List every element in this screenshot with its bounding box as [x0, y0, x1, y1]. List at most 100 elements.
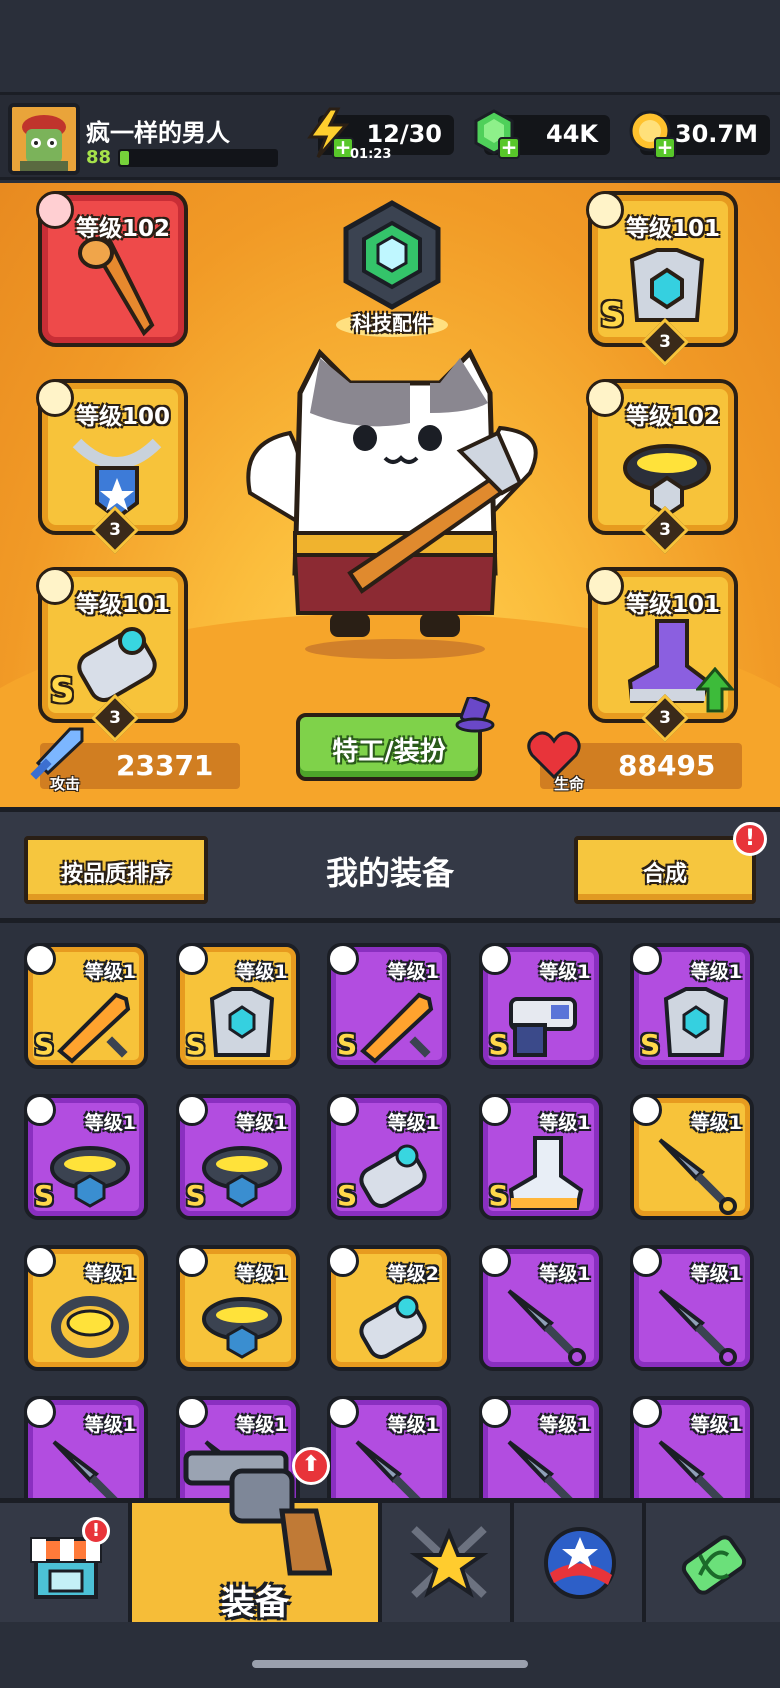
- attack-value: 23371: [116, 749, 214, 782]
- blaster-icon: [508, 997, 577, 1057]
- belt-icon: [50, 1146, 130, 1208]
- grade-badge: S: [50, 671, 75, 711]
- armor-slot[interactable]: 等级101 S 3: [586, 191, 738, 367]
- equipment-item[interactable]: 等级1 S: [327, 943, 451, 1069]
- boot-icon: [508, 1136, 583, 1210]
- item-type-icon: [175, 1245, 208, 1277]
- equipment-item[interactable]: 等级1: [630, 1396, 754, 1498]
- attack-label: 攻击: [50, 775, 81, 793]
- kunai-icon: [507, 1289, 586, 1366]
- item-level: 等级1: [387, 1112, 439, 1134]
- kunai-icon: [52, 1440, 118, 1498]
- equipment-item[interactable]: 等级1 S: [630, 943, 754, 1069]
- nav-talents[interactable]: [514, 1503, 646, 1627]
- equipment-item[interactable]: 等级1: [175, 1245, 300, 1371]
- equipment-item[interactable]: 等级1: [327, 1396, 451, 1498]
- equipment-item[interactable]: 等级1 S: [24, 1094, 148, 1220]
- equipment-item[interactable]: 等级1: [478, 1245, 603, 1371]
- item-type-icon: [175, 1396, 208, 1428]
- merge-button[interactable]: 合成: [574, 836, 756, 904]
- belt-icon: [201, 1297, 282, 1359]
- xp-progress-bar: [118, 149, 278, 167]
- glove-type-icon: [36, 567, 74, 605]
- grade-badge: S: [185, 1179, 206, 1212]
- shop-alert-badge: !: [82, 1517, 110, 1545]
- top-hat-icon: [455, 697, 495, 733]
- item-type-icon: [327, 943, 359, 975]
- kunai-icon: [658, 1440, 724, 1498]
- gem-value: 44K: [546, 120, 598, 148]
- item-level: 等级1: [236, 1263, 288, 1285]
- equipment-item[interactable]: 等级1 S: [478, 943, 603, 1069]
- nav-battle[interactable]: [382, 1503, 514, 1627]
- item-level: 等级1: [539, 961, 591, 983]
- grade-badge: S: [337, 1028, 358, 1061]
- bottom-navigation: ! ⬆ 装备: [0, 1447, 780, 1627]
- equipment-item[interactable]: 等级1 S: [478, 1094, 603, 1220]
- equipment-item[interactable]: 等级2: [327, 1245, 451, 1371]
- equipment-item[interactable]: 等级1 S: [327, 1094, 451, 1220]
- equipment-toolbar: 按品质排序 我的装备 合成 !: [0, 807, 780, 923]
- kunai-icon: [507, 1440, 573, 1498]
- cat-hero-character[interactable]: [230, 333, 560, 663]
- item-type-icon: [478, 1245, 511, 1277]
- grade-badge: S: [185, 1028, 206, 1061]
- player-avatar[interactable]: [8, 103, 80, 175]
- belt-type-icon: [586, 379, 624, 417]
- equipment-item[interactable]: 等级1: [478, 1396, 603, 1498]
- nav-shop[interactable]: !: [0, 1503, 132, 1627]
- armor-type-icon: [586, 191, 624, 229]
- grade-badge: S: [640, 1028, 661, 1061]
- item-type-icon: [327, 1245, 359, 1277]
- item-type-icon: [24, 1396, 56, 1428]
- boots-slot[interactable]: 等级101 3: [586, 567, 738, 743]
- item-level: 等级1: [84, 961, 136, 983]
- energy-timer: 01:23: [350, 147, 392, 162]
- upgrade-alert-badge: ⬆: [292, 1447, 330, 1485]
- item-level: 等级1: [387, 1414, 439, 1436]
- item-type-icon: [24, 1245, 56, 1277]
- crossed-swords-star-icon: [409, 1526, 489, 1598]
- hp-value: 88495: [618, 749, 716, 782]
- gloves-slot[interactable]: 等级101 S 3: [36, 567, 188, 743]
- nav-equipment[interactable]: ⬆ 装备: [132, 1447, 382, 1627]
- nav-evolution[interactable]: [646, 1503, 780, 1627]
- upgrade-arrow-icon: [696, 667, 734, 713]
- attack-stat: 攻击 23371: [30, 727, 240, 793]
- gem-counter[interactable]: + 44K: [474, 109, 610, 159]
- gauntlet-icon: [359, 1144, 427, 1208]
- item-level: 等级1: [690, 1263, 742, 1285]
- item-level: 等级1: [236, 1414, 288, 1436]
- item-type-icon: [630, 1245, 662, 1277]
- stars-ball-icon: [544, 1527, 616, 1599]
- equipment-item[interactable]: 等级1 S: [175, 1094, 300, 1220]
- add-gem-button[interactable]: +: [498, 137, 520, 159]
- item-level: 等级1: [539, 1112, 591, 1134]
- sword-icon: [57, 992, 131, 1064]
- item-level: 等级1: [539, 1263, 591, 1285]
- equipment-item[interactable]: 等级1 S: [24, 943, 148, 1069]
- item-level: 等级1: [690, 961, 742, 983]
- home-indicator: [252, 1660, 528, 1668]
- grade-badge: S: [488, 1028, 509, 1061]
- kunai-icon: [355, 1440, 421, 1498]
- kunai-icon: [658, 1138, 737, 1215]
- sword-icon: [360, 992, 434, 1064]
- equipment-item[interactable]: 等级1: [24, 1245, 148, 1371]
- dna-capsule-icon: [681, 1535, 747, 1595]
- armor-chest-icon: [209, 987, 274, 1057]
- coin-counter[interactable]: + 30.7M: [629, 110, 770, 159]
- weapon-slot[interactable]: 等级102: [36, 191, 188, 347]
- item-level: 等级1: [84, 1414, 136, 1436]
- hero-panel: 等级102 等级100 3 等级101 S 3 等级101 S 3 等级102 …: [0, 183, 780, 807]
- belt-slot[interactable]: 等级102 3: [586, 379, 738, 555]
- equipment-item[interactable]: 等级1: [24, 1396, 148, 1498]
- grade-badge: S: [600, 295, 625, 335]
- equipment-item[interactable]: 等级1: [630, 1094, 754, 1220]
- equipment-item[interactable]: 等级1: [630, 1245, 754, 1371]
- add-coin-button[interactable]: +: [654, 137, 676, 159]
- item-level: 等级1: [387, 961, 439, 983]
- necklace-slot[interactable]: 等级100 3: [36, 379, 188, 555]
- equipment-item[interactable]: 等级1 S: [175, 943, 300, 1069]
- item-type-icon: [630, 1094, 662, 1126]
